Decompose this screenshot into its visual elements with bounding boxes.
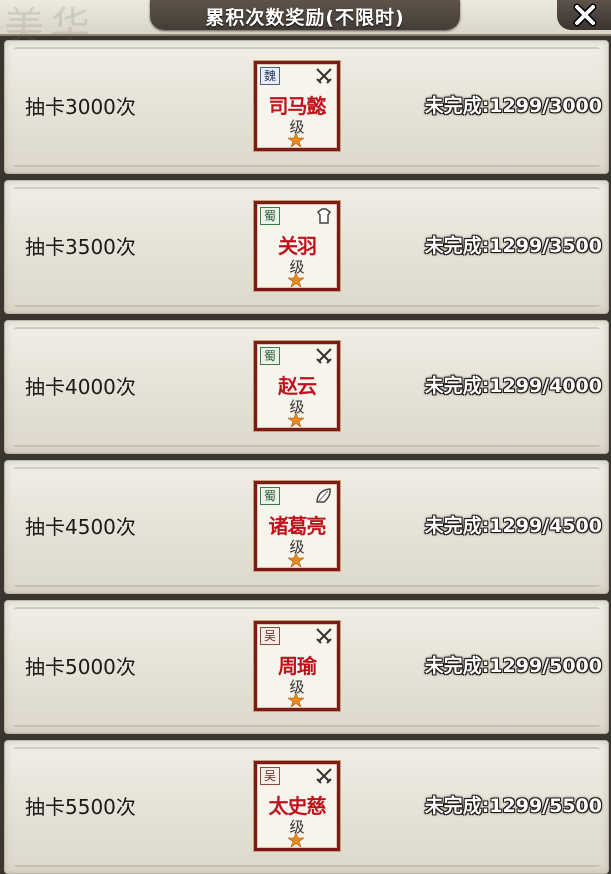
hero-reward-card[interactable]: 蜀 诸葛亮 级: [254, 481, 340, 571]
star-icon: [288, 273, 304, 287]
hero-reward-card[interactable]: 蜀 赵云 级: [254, 341, 340, 431]
crossed-swords-icon: [314, 766, 334, 786]
reward-row: 抽卡4500次 蜀 诸葛亮 级 未完成:1299/4500: [4, 460, 609, 594]
star-icon: [288, 693, 304, 707]
faction-badge: 吴: [260, 767, 280, 785]
hero-name: 司马懿: [268, 94, 327, 118]
draw-count-label: 抽卡3500次: [25, 235, 136, 259]
draw-count-label: 抽卡4500次: [25, 515, 136, 539]
hero-name: 赵云: [278, 374, 317, 398]
reward-row: 抽卡5000次 吴 周瑜 级 未完成:1299/5000: [4, 600, 609, 734]
close-icon: [573, 3, 597, 27]
star-icon: [288, 553, 304, 567]
reward-list[interactable]: 抽卡3000次 魏 司马懿 级 未完成:1299/3000 抽卡3500次 蜀 …: [0, 36, 611, 874]
draw-count-label: 抽卡5000次: [25, 655, 136, 679]
close-button[interactable]: [557, 0, 611, 30]
draw-count-label: 抽卡3000次: [25, 95, 136, 119]
reward-row: 抽卡4000次 蜀 赵云 级 未完成:1299/4000: [4, 320, 609, 454]
progress-status: 未完成:1299/4000: [424, 375, 602, 397]
hero-name: 诸葛亮: [268, 514, 327, 538]
title-plate: 累积次数奖励(不限时): [150, 0, 460, 30]
hero-reward-card[interactable]: 蜀 关羽 级: [254, 201, 340, 291]
title-bar: 美华 累积次数奖励(不限时): [0, 0, 611, 50]
crossed-swords-icon: [314, 346, 334, 366]
crossed-swords-icon: [314, 66, 334, 86]
faction-badge: 蜀: [260, 487, 280, 505]
fan-icon: [314, 486, 334, 506]
reward-row: 抽卡3500次 蜀 关羽 级 未完成:1299/3500: [4, 180, 609, 314]
star-icon: [288, 133, 304, 147]
faction-badge: 蜀: [260, 207, 280, 225]
hero-name: 周瑜: [278, 654, 317, 678]
progress-status: 未完成:1299/4500: [424, 515, 602, 537]
hero-name: 关羽: [278, 234, 317, 258]
faction-badge: 魏: [260, 67, 280, 85]
star-icon: [288, 833, 304, 847]
reward-row: 抽卡3000次 魏 司马懿 级 未完成:1299/3000: [4, 40, 609, 174]
star-icon: [288, 413, 304, 427]
crossed-swords-icon: [314, 626, 334, 646]
page-title: 累积次数奖励(不限时): [205, 7, 405, 29]
hero-reward-card[interactable]: 吴 太史慈 级: [254, 761, 340, 851]
faction-badge: 吴: [260, 627, 280, 645]
armor-icon: [314, 206, 334, 226]
draw-count-label: 抽卡5500次: [25, 795, 136, 819]
hero-name: 太史慈: [268, 794, 327, 818]
progress-status: 未完成:1299/3500: [424, 235, 602, 257]
faction-badge: 蜀: [260, 347, 280, 365]
draw-count-label: 抽卡4000次: [25, 375, 136, 399]
progress-status: 未完成:1299/5000: [424, 655, 602, 677]
reward-row: 抽卡5500次 吴 太史慈 级 未完成:1299/5500: [4, 740, 609, 874]
progress-status: 未完成:1299/3000: [424, 95, 602, 117]
hero-reward-card[interactable]: 魏 司马懿 级: [254, 61, 340, 151]
progress-status: 未完成:1299/5500: [424, 795, 602, 817]
hero-reward-card[interactable]: 吴 周瑜 级: [254, 621, 340, 711]
